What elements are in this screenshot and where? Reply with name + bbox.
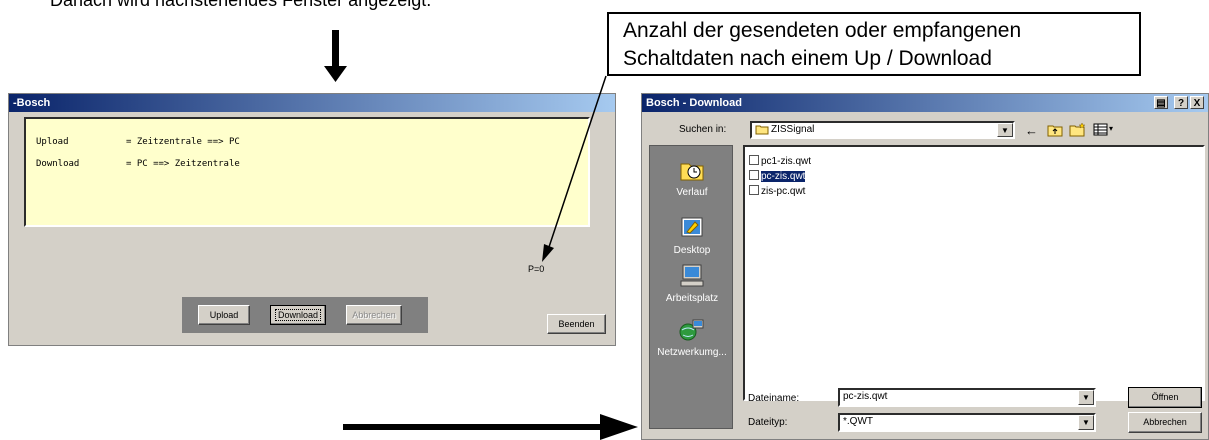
pointer-line-to-counter	[542, 75, 607, 262]
down-arrow-icon	[324, 30, 347, 82]
right-arrow-icon	[343, 414, 638, 440]
arrows-overlay	[324, 30, 638, 440]
